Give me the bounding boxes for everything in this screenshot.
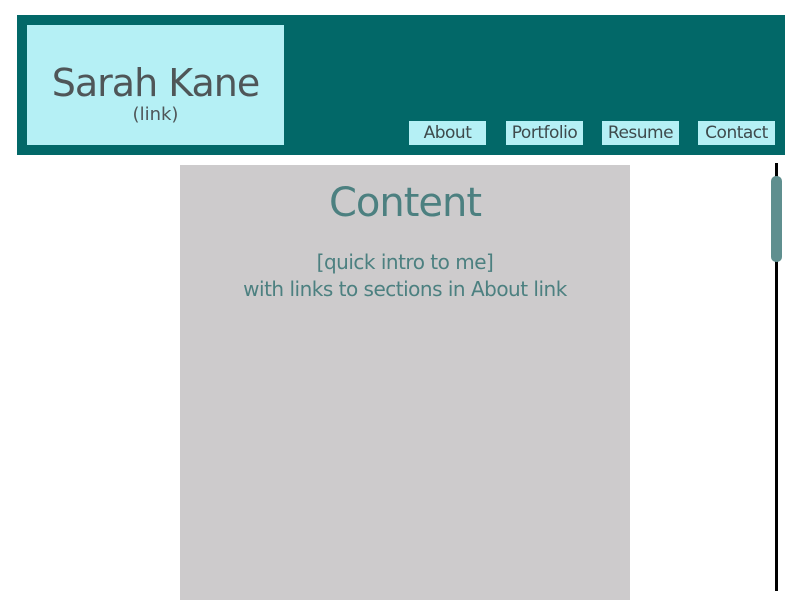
site-header: Sarah Kane (link) About Portfolio Resume… xyxy=(17,15,785,155)
nav-contact-button[interactable]: Contact xyxy=(698,121,775,145)
nav-about-button[interactable]: About xyxy=(409,121,486,145)
scrollbar-thumb[interactable] xyxy=(771,176,782,262)
content-title: Content xyxy=(328,180,482,226)
nav-resume-button[interactable]: Resume xyxy=(602,121,679,145)
main-content: Content [quick intro to me] with links t… xyxy=(180,165,630,600)
intro-text: [quick intro to me] xyxy=(316,250,494,274)
logo-link[interactable]: Sarah Kane (link) xyxy=(27,25,284,145)
site-name: Sarah Kane xyxy=(51,61,260,105)
intro-links-text: with links to sections in About link xyxy=(243,277,567,301)
logo-link-label: (link) xyxy=(132,104,179,125)
nav-portfolio-button[interactable]: Portfolio xyxy=(506,121,583,145)
content-body: [quick intro to me] with links to sectio… xyxy=(180,249,630,303)
